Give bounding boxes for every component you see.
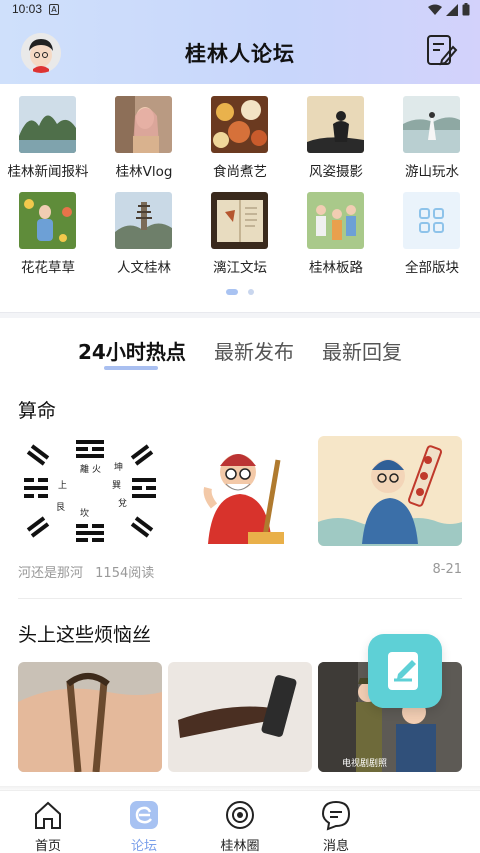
- board-item[interactable]: 桂林新闻报料: [0, 84, 96, 180]
- nav-messages[interactable]: 消息: [288, 795, 384, 853]
- nav-label: 首页: [34, 839, 61, 853]
- board-label: 食尚煮艺: [213, 164, 267, 180]
- fortune-teller-scroll-cartoon[interactable]: [318, 436, 462, 546]
- tab-hot-24h[interactable]: 24小时热点: [78, 336, 186, 365]
- board-item[interactable]: 桂林Vlog: [96, 84, 192, 180]
- forum-icon: [130, 801, 158, 829]
- tab-indicator: [104, 366, 158, 370]
- lakeside-photo: [403, 96, 460, 153]
- board-item[interactable]: 食尚煮艺: [192, 84, 288, 180]
- board-item[interactable]: 风姿摄影: [288, 84, 384, 180]
- image-watermark: 电视剧剧照: [342, 759, 388, 769]
- nav-home[interactable]: 首页: [0, 795, 96, 853]
- tab-latest-posts[interactable]: 最新发布: [214, 336, 294, 365]
- post-meta: 河还是那河 1154阅读 8-21: [18, 562, 462, 581]
- status-icons: [428, 3, 470, 16]
- nav-label: 桂林圈: [220, 839, 260, 853]
- silhouette-photo: [307, 96, 364, 153]
- status-time: 10:03: [12, 2, 43, 16]
- board-label: 游山玩水: [405, 164, 459, 180]
- page-dot-active: [226, 289, 238, 295]
- nav-circle[interactable]: 桂林圈: [192, 795, 288, 853]
- post-images[interactable]: 離 火 上 巽 坤 兌 坎 艮: [18, 436, 462, 546]
- karst-river-photo: [19, 96, 76, 153]
- bagua-char: 離: [80, 463, 89, 475]
- bagua-char: 巽: [112, 480, 121, 491]
- girl-portrait-photo: [115, 96, 172, 153]
- post-author[interactable]: 河还是那河: [18, 566, 83, 581]
- board-label: 桂林板路: [309, 260, 363, 276]
- page-dot: [248, 289, 254, 295]
- status-bar: 10:03 A: [0, 0, 480, 20]
- section-divider: [0, 312, 480, 318]
- book-leaf-photo: [211, 192, 268, 249]
- nav-label: 消息: [322, 839, 349, 853]
- bagua-char: 坤: [114, 461, 123, 473]
- board-item[interactable]: 漓江文坛: [192, 180, 288, 276]
- food-platter-photo: [211, 96, 268, 153]
- bagua-char: 火: [92, 464, 101, 475]
- bagua-char: 坎: [80, 507, 89, 519]
- page-indicator: [0, 289, 480, 295]
- bagua-char: 兌: [118, 498, 127, 509]
- wifi-icon: [428, 4, 442, 15]
- board-label: 花花草草: [21, 260, 75, 276]
- board-label: 风姿摄影: [309, 164, 363, 180]
- post-divider: [18, 598, 462, 599]
- bottom-nav: 首页 论坛 桂林圈 消息: [0, 790, 480, 853]
- edit-note-icon: [388, 652, 418, 690]
- board-label: 漓江文坛: [213, 260, 267, 276]
- bagua-char: 艮: [56, 502, 65, 513]
- app-header: 10:03 A 桂林人论坛: [0, 0, 480, 84]
- board-label: 人文桂林: [117, 260, 171, 276]
- board-item[interactable]: 桂林板路: [288, 180, 384, 276]
- child-flowers-photo: [19, 192, 76, 249]
- notification-icon: A: [49, 4, 59, 15]
- board-item-all[interactable]: 全部版块: [384, 180, 480, 276]
- old-scissors-photo[interactable]: [18, 662, 162, 772]
- board-item[interactable]: 人文桂林: [96, 180, 192, 276]
- page-title: 桂林人论坛: [185, 42, 295, 66]
- nav-forum[interactable]: 论坛: [96, 795, 192, 853]
- post-title[interactable]: 头上这些烦恼丝: [18, 620, 151, 647]
- group-photo: [307, 192, 364, 249]
- grid-icon: [403, 192, 460, 249]
- bagua-diagram[interactable]: 離 火 上 巽 坤 兌 坎 艮: [18, 436, 162, 546]
- bagua-char: 上: [58, 480, 67, 491]
- post-date: 8-21: [432, 562, 462, 577]
- circle-eye-icon: [226, 801, 254, 829]
- post-read-count: 1154阅读: [95, 566, 155, 581]
- board-item[interactable]: 花花草草: [0, 180, 96, 276]
- board-label: 桂林新闻报料: [7, 164, 89, 180]
- nav-label: 论坛: [130, 839, 157, 853]
- straight-razor-photo[interactable]: [168, 662, 312, 772]
- post-title[interactable]: 算命: [18, 396, 56, 423]
- pagoda-photo: [115, 192, 172, 249]
- tab-latest-replies[interactable]: 最新回复: [322, 336, 402, 365]
- new-post-button[interactable]: [368, 634, 442, 708]
- home-icon: [35, 801, 61, 829]
- compose-icon[interactable]: [424, 33, 458, 67]
- board-label: 桂林Vlog: [115, 164, 173, 180]
- message-icon: [321, 800, 351, 831]
- board-label: 全部版块: [405, 260, 459, 276]
- board-grid: 桂林新闻报料 桂林Vlog 食尚煮艺 风姿摄影 游山玩水 花花草草 人文桂林 漓…: [0, 84, 480, 312]
- battery-icon: [462, 3, 470, 16]
- signal-icon: [446, 3, 458, 16]
- fortune-teller-cartoon[interactable]: [168, 436, 312, 546]
- board-item[interactable]: 游山玩水: [384, 84, 480, 180]
- feed-tabs: 24小时热点 最新发布 最新回复: [0, 330, 480, 372]
